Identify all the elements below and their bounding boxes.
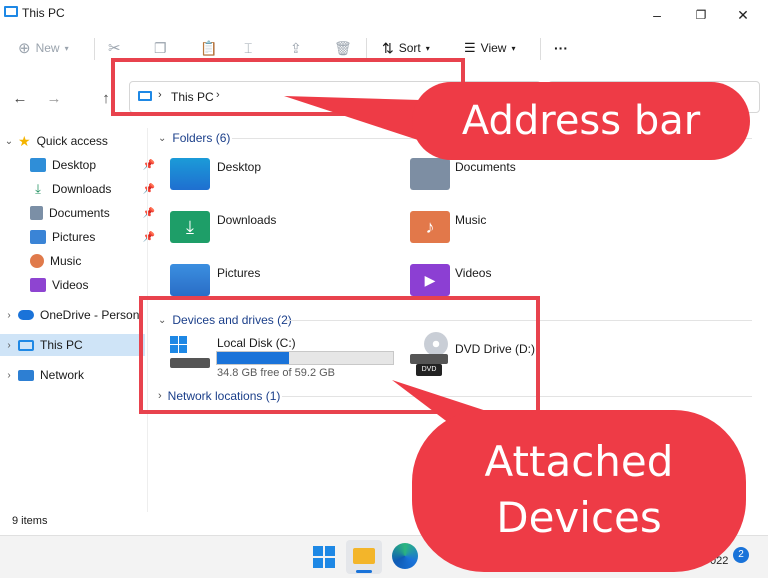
devices-callout-line2: Devices — [496, 493, 662, 542]
address-callout-pointer — [284, 96, 420, 140]
address-bar-callout: Address bar — [412, 82, 750, 160]
devices-callout-line1: Attached — [484, 437, 674, 486]
attached-devices-callout: Attached Devices — [412, 410, 746, 572]
address-callout-label: Address bar — [461, 98, 701, 144]
